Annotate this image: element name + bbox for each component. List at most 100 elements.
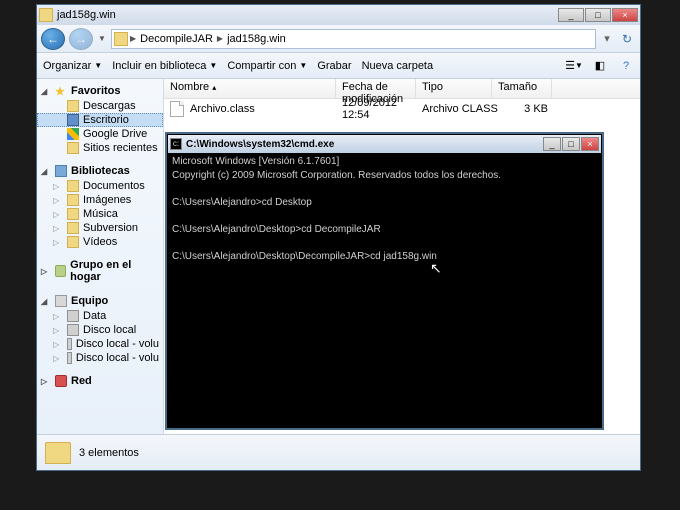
file-type: Archivo CLASS <box>422 103 498 115</box>
caret-icon: ◢ <box>41 87 47 96</box>
caret-icon: ◢ <box>41 167 47 176</box>
caret-icon: ◢ <box>41 297 47 306</box>
sidebar-item-googledrive[interactable]: Google Drive <box>37 127 163 141</box>
cmd-window[interactable]: c: C:\Windows\system32\cmd.exe _ □ × Mic… <box>167 134 602 428</box>
col-name[interactable]: Nombre ▴ <box>164 79 336 98</box>
caret-icon: ▷ <box>53 182 59 191</box>
cmd-titlebar[interactable]: c: C:\Windows\system32\cmd.exe _ □ × <box>168 135 601 153</box>
toolbar: Organizar▼ Incluir en biblioteca▼ Compar… <box>37 53 640 79</box>
cmd-title-text: C:\Windows\system32\cmd.exe <box>186 139 543 150</box>
sidebar-homegroup[interactable]: ▷Grupo en el hogar <box>37 257 163 285</box>
caret-icon: ▷ <box>53 354 59 363</box>
help-button[interactable]: ? <box>618 58 634 74</box>
back-button[interactable]: ← <box>41 28 65 50</box>
caret-icon: ▷ <box>53 238 59 247</box>
breadcrumb-seg[interactable]: DecompileJAR <box>136 33 217 45</box>
sidebar-item-videos[interactable]: ▷Vídeos <box>37 235 163 249</box>
caret-icon: ▷ <box>53 340 59 349</box>
google-drive-icon <box>67 128 79 140</box>
desktop-icon <box>67 114 79 126</box>
arrow-right-icon: → <box>75 32 87 46</box>
burn-button[interactable]: Grabar <box>317 60 351 72</box>
explorer-titlebar[interactable]: jad158g.win _ □ × <box>37 5 640 25</box>
sidebar-item-pictures[interactable]: ▷Imágenes <box>37 193 163 207</box>
status-text: 3 elementos <box>79 447 139 459</box>
arrow-left-icon: ← <box>47 32 59 46</box>
drive-icon <box>67 352 72 364</box>
refresh-button[interactable]: ↻ <box>618 29 636 49</box>
cmd-icon: c: <box>170 138 182 150</box>
sidebar-item-documents[interactable]: ▷Documentos <box>37 179 163 193</box>
breadcrumb-seg[interactable]: jad158g.win <box>223 33 290 45</box>
maximize-button[interactable]: □ <box>585 8 611 22</box>
chevron-down-icon: ▼ <box>209 61 217 70</box>
homegroup-icon <box>55 265 66 277</box>
chevron-down-icon: ▼ <box>94 61 102 70</box>
close-button[interactable]: × <box>612 8 638 22</box>
music-icon <box>67 208 79 220</box>
sidebar-computer[interactable]: ◢Equipo <box>37 293 163 309</box>
address-dropdown[interactable]: ▾ <box>600 29 614 49</box>
caret-icon: ▷ <box>53 326 59 335</box>
window-title: jad158g.win <box>57 9 558 21</box>
file-name: Archivo.class <box>190 103 342 115</box>
sidebar-item-recent[interactable]: Sitios recientes <box>37 141 163 155</box>
organize-menu[interactable]: Organizar▼ <box>43 60 102 72</box>
view-options-button[interactable]: ☰▼ <box>566 58 582 74</box>
sidebar-item-localdisk[interactable]: ▷Disco local <box>37 323 163 337</box>
drive-icon <box>67 338 72 350</box>
include-library-menu[interactable]: Incluir en biblioteca▼ <box>112 60 217 72</box>
recent-icon <box>67 142 79 154</box>
preview-pane-button[interactable]: ◧ <box>592 58 608 74</box>
computer-icon <box>55 295 67 307</box>
caret-icon: ▷ <box>41 377 47 386</box>
file-date: 12/09/2012 12:54 <box>342 97 422 121</box>
col-date[interactable]: Fecha de modificación <box>336 79 416 98</box>
folder-icon <box>67 100 79 112</box>
history-dropdown[interactable]: ▼ <box>97 28 107 50</box>
file-row[interactable]: Archivo.class 12/09/2012 12:54 Archivo C… <box>164 99 640 119</box>
file-size: 3 KB <box>498 103 558 115</box>
folder-icon <box>39 8 53 22</box>
pictures-icon <box>67 194 79 206</box>
sidebar-favorites[interactable]: ◢★Favoritos <box>37 83 163 99</box>
sidebar-item-subversion[interactable]: ▷Subversion <box>37 221 163 235</box>
folder-icon <box>114 32 128 46</box>
folder-icon <box>45 442 71 464</box>
caret-icon: ▷ <box>53 312 59 321</box>
subversion-icon <box>67 222 79 234</box>
caret-icon: ▷ <box>53 196 59 205</box>
sidebar-item-data[interactable]: ▷Data <box>37 309 163 323</box>
star-icon: ★ <box>55 85 67 97</box>
share-menu[interactable]: Compartir con▼ <box>227 60 307 72</box>
libraries-icon <box>55 165 67 177</box>
documents-icon <box>67 180 79 192</box>
sidebar-item-localdisk-2[interactable]: ▷Disco local - volu <box>37 337 163 351</box>
drive-icon <box>67 324 79 336</box>
nav-bar: ← → ▼ ▶ DecompileJAR ▶ jad158g.win ▾ ↻ <box>37 25 640 53</box>
sidebar-network[interactable]: ▷Red <box>37 373 163 389</box>
sidebar-item-music[interactable]: ▷Música <box>37 207 163 221</box>
sidebar-libraries[interactable]: ◢Bibliotecas <box>37 163 163 179</box>
sidebar: ◢★Favoritos Descargas Escritorio Google … <box>37 79 164 434</box>
chevron-down-icon: ▼ <box>299 61 307 70</box>
sidebar-item-desktop[interactable]: Escritorio <box>37 113 163 127</box>
network-icon <box>55 375 67 387</box>
cmd-minimize-button[interactable]: _ <box>543 137 561 151</box>
new-folder-button[interactable]: Nueva carpeta <box>362 60 434 72</box>
caret-icon: ▷ <box>53 224 59 233</box>
sidebar-item-downloads[interactable]: Descargas <box>37 99 163 113</box>
file-icon <box>170 101 184 117</box>
forward-button[interactable]: → <box>69 28 93 50</box>
sidebar-item-localdisk-3[interactable]: ▷Disco local - volu <box>37 351 163 365</box>
caret-icon: ▷ <box>41 267 47 276</box>
cmd-output[interactable]: Microsoft Windows [Versión 6.1.7601] Cop… <box>168 153 601 427</box>
column-headers: Nombre ▴ Fecha de modificación Tipo Tama… <box>164 79 640 99</box>
minimize-button[interactable]: _ <box>558 8 584 22</box>
cmd-close-button[interactable]: × <box>581 137 599 151</box>
cmd-maximize-button[interactable]: □ <box>562 137 580 151</box>
col-type[interactable]: Tipo <box>416 79 492 98</box>
address-bar[interactable]: ▶ DecompileJAR ▶ jad158g.win <box>111 29 596 49</box>
status-bar: 3 elementos <box>37 434 640 470</box>
col-size[interactable]: Tamaño <box>492 79 552 98</box>
